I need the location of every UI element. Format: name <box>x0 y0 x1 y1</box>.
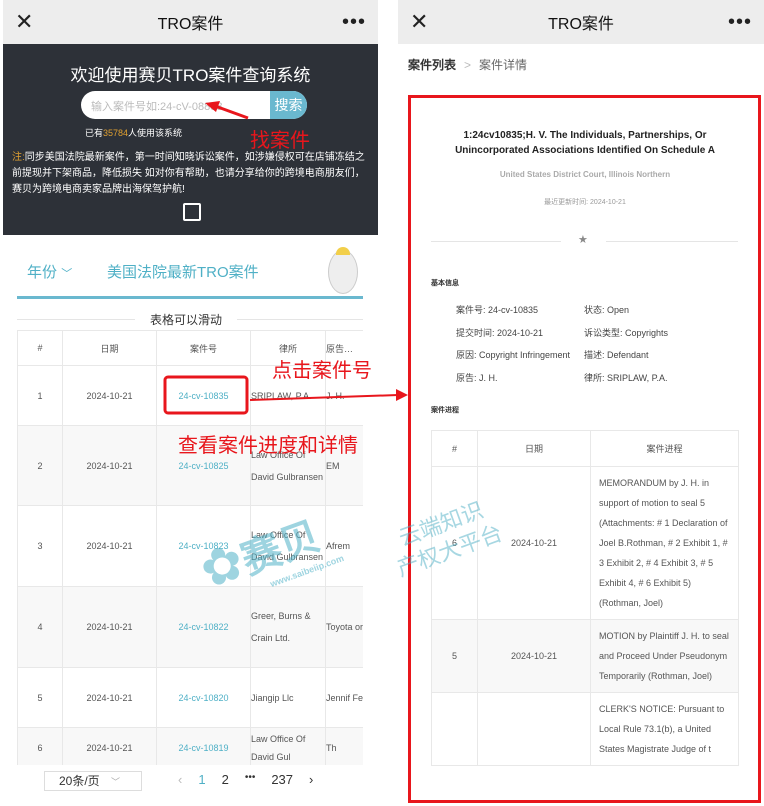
arrow-head-icon <box>205 101 220 112</box>
arrow-head-icon <box>396 389 408 401</box>
annotation-overlay <box>163 101 408 415</box>
annotation-find: 找案件 <box>250 130 310 152</box>
highlight-box <box>163 375 249 415</box>
annotation-click: 点击案件号 <box>272 360 372 382</box>
arrow-line <box>249 394 399 401</box>
arrow-line <box>214 104 249 120</box>
annotation-view: 查看案件进度和详情 <box>178 435 358 457</box>
